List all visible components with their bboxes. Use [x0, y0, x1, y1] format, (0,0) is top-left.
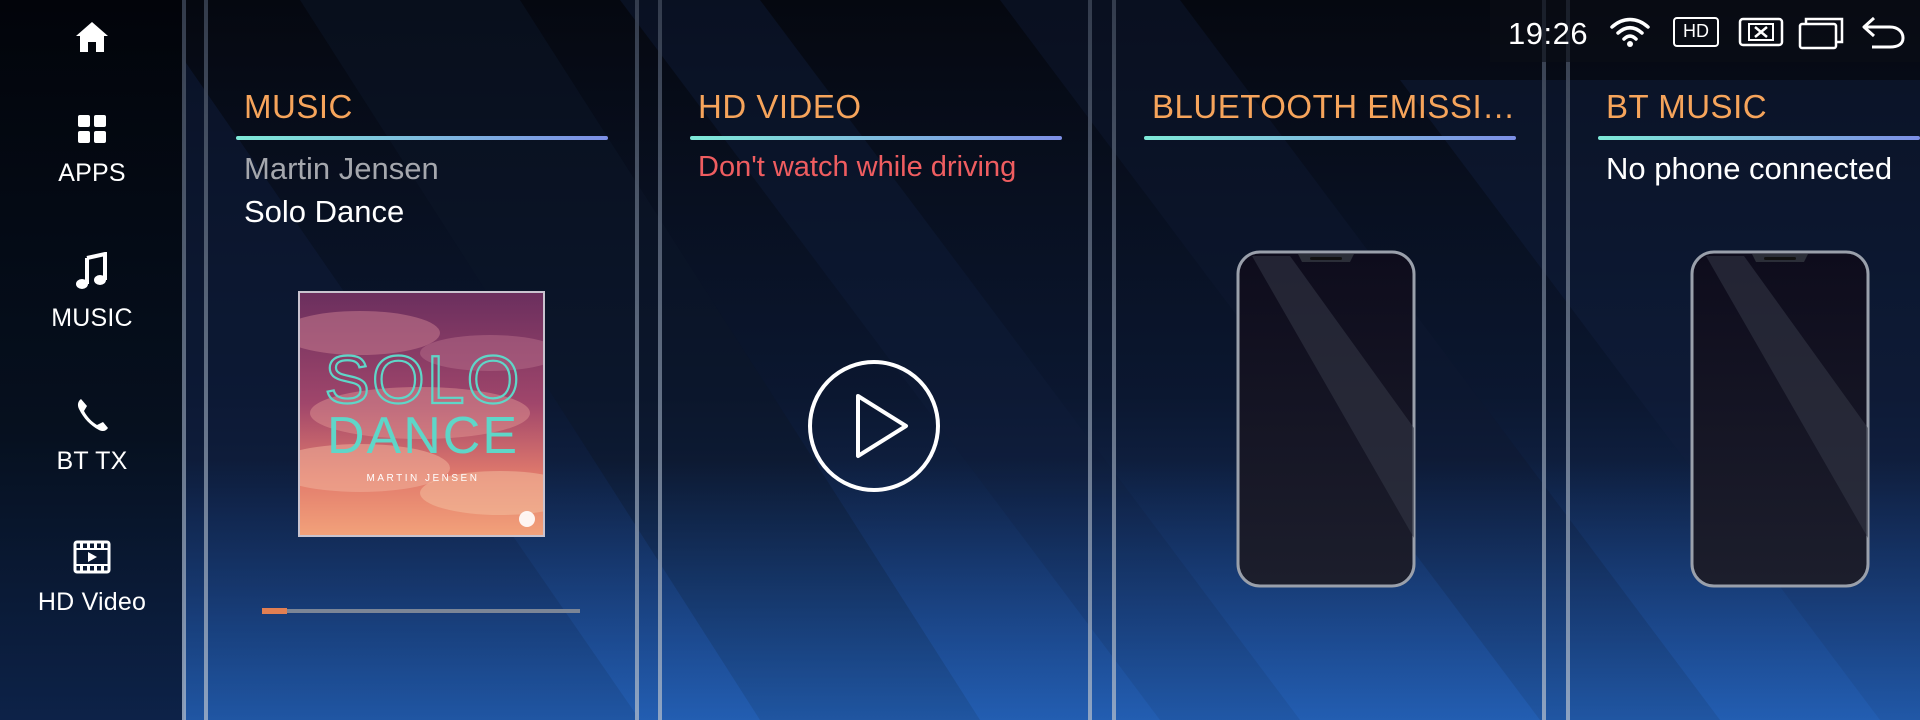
bluetooth-card-rule [1144, 136, 1516, 140]
video-card-rule [690, 136, 1062, 140]
phone-handset-icon [77, 399, 108, 432]
music-note-icon [76, 252, 107, 289]
bluetooth-card-title: BLUETOOTH EMISSI… [1152, 88, 1516, 125]
music-card-title: MUSIC [244, 88, 353, 125]
album-text-artist: MARTIN JENSEN [367, 473, 480, 484]
phone-illustration-icon [1690, 250, 1870, 588]
bt-music-card-title: BT MUSIC [1606, 88, 1768, 125]
bt-connection-status: No phone connected [1606, 151, 1893, 186]
track-title: Solo Dance [244, 194, 405, 229]
phone-illustration-icon [1236, 250, 1416, 588]
driving-warning: Don't watch while driving [698, 151, 1017, 183]
divider [182, 0, 186, 720]
play-icon [856, 394, 908, 458]
sidebar-item-apps[interactable]: APPS [0, 113, 184, 188]
divider [1542, 0, 1546, 720]
home-icon [76, 22, 108, 52]
sidebar: APPS MUSIC BT TX HD Video [0, 0, 184, 720]
sidebar-item-label: APPS [58, 159, 126, 187]
sidebar-item-music[interactable]: MUSIC [0, 252, 184, 333]
video-card-title: HD VIDEO [698, 88, 862, 125]
bt-music-card-rule [1598, 136, 1920, 140]
album-art[interactable]: SOLO DANCE MARTIN JENSEN [298, 291, 545, 537]
film-play-icon [73, 540, 111, 574]
album-art-image: SOLO DANCE MARTIN JENSEN [300, 293, 543, 535]
label-logo-icon [519, 511, 535, 527]
sidebar-item-bt-tx[interactable]: BT TX [0, 397, 184, 476]
sidebar-item-hd-video[interactable]: HD Video [0, 540, 184, 617]
sidebar-item-label: MUSIC [51, 304, 133, 332]
music-card-rule [236, 136, 608, 140]
album-text-dance: DANCE [327, 407, 519, 465]
artist-name: Martin Jensen [244, 151, 439, 186]
divider [635, 0, 639, 720]
divider [1088, 0, 1092, 720]
progress-track[interactable] [262, 609, 580, 613]
play-button[interactable] [806, 358, 942, 494]
sidebar-item-label: HD Video [37, 588, 147, 616]
sidebar-item-label: BT TX [56, 447, 128, 475]
apps-grid-icon [78, 115, 106, 143]
progress-fill [262, 608, 287, 614]
sidebar-item-home[interactable] [0, 20, 184, 54]
